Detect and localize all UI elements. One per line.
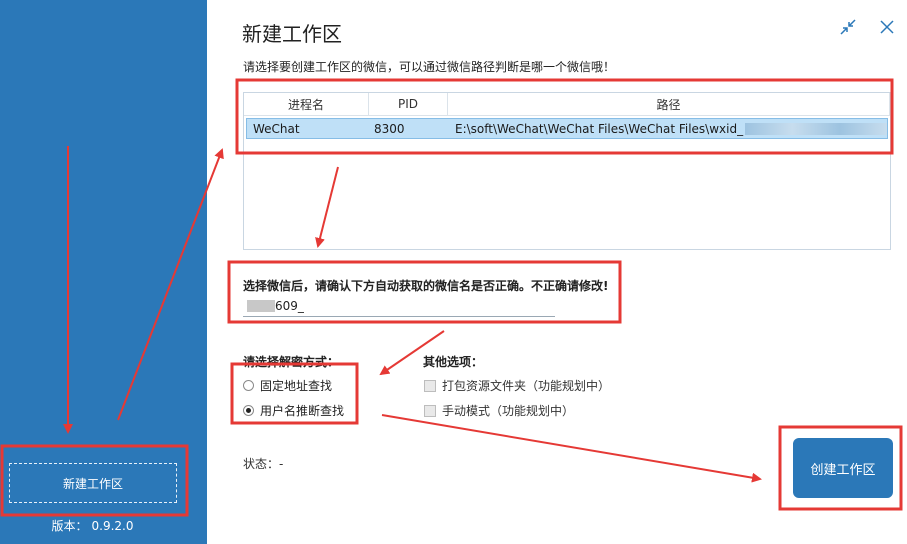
radio-fixed-address-label: 固定地址查找: [260, 379, 333, 393]
checkbox-icon[interactable]: [424, 404, 436, 417]
close-icon[interactable]: [878, 18, 896, 36]
sidebar: 新建工作区 版本： 0.9.2.0: [0, 0, 207, 544]
radio-icon[interactable]: [243, 380, 254, 391]
version-value: 0.9.2.0: [91, 519, 134, 533]
other-options-label: 其他选项：: [423, 355, 484, 369]
version-label: 版本：: [51, 519, 88, 533]
status-value: -: [279, 457, 284, 471]
column-header-process[interactable]: 进程名: [244, 93, 369, 115]
version-info: 版本： 0.9.2.0: [0, 517, 185, 534]
table-row[interactable]: WeChat 8300 E:\soft\WeChat\WeChat Files\…: [246, 118, 888, 139]
confirm-wechat-name-label: 选择微信后，请确认下方自动获取的微信名是否正确。不正确请修改!: [243, 279, 609, 293]
decrypt-method-label: 请选择解密方式：: [243, 355, 340, 369]
cell-pid: 8300: [374, 121, 405, 136]
cell-path: E:\soft\WeChat\WeChat Files\WeChat Files…: [449, 119, 887, 138]
checkbox-icon[interactable]: [424, 379, 436, 392]
collapse-icon[interactable]: [839, 18, 857, 36]
radio-selected-icon[interactable]: [243, 405, 254, 416]
checkbox-pack-resources-label: 打包资源文件夹（功能规划中）: [442, 379, 611, 393]
checkbox-pack-resources[interactable]: 打包资源文件夹（功能规划中）: [424, 377, 610, 394]
column-header-pid[interactable]: PID: [369, 93, 448, 115]
radio-username-infer-label: 用户名推断查找: [260, 404, 345, 418]
radio-username-infer[interactable]: 用户名推断查找: [243, 402, 344, 419]
new-workspace-button[interactable]: 新建工作区: [9, 463, 177, 503]
new-workspace-dialog: 新建工作区 请选择要创建工作区的微信，可以通过微信路径判断是哪一个微信哦！ 进程…: [207, 0, 907, 544]
cell-process: WeChat: [253, 121, 300, 136]
checkbox-manual-mode-label: 手动模式（功能规划中）: [442, 404, 575, 418]
checkbox-manual-mode[interactable]: 手动模式（功能规划中）: [424, 402, 574, 419]
instruction-text: 请选择要创建工作区的微信，可以通过微信路径判断是哪一个微信哦！: [243, 60, 616, 74]
create-workspace-button[interactable]: 创建工作区: [793, 438, 893, 498]
status-label: 状态：: [243, 457, 280, 471]
wechat-process-table: 进程名 PID 路径 WeChat 8300 E:\soft\WeChat\We…: [243, 92, 891, 250]
wechat-name-input[interactable]: [243, 296, 555, 317]
status-line: 状态：-: [243, 455, 283, 472]
dialog-title: 新建工作区: [242, 22, 342, 46]
cell-path-text: E:\soft\WeChat\WeChat Files\WeChat Files…: [455, 121, 744, 136]
column-header-path[interactable]: 路径: [448, 93, 890, 115]
radio-fixed-address[interactable]: 固定地址查找: [243, 377, 332, 394]
table-header: 进程名 PID 路径: [244, 93, 890, 116]
path-redaction: [745, 122, 887, 135]
